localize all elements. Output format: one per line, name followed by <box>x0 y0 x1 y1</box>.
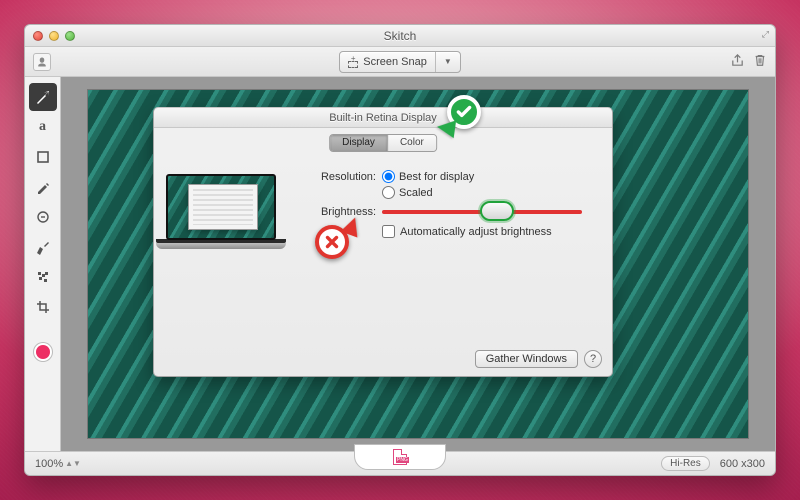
auto-adjust-brightness-checkbox[interactable]: Automatically adjust brightness <box>382 225 598 238</box>
auto-adjust-brightness-label: Automatically adjust brightness <box>400 226 552 238</box>
trash-button[interactable] <box>753 53 767 70</box>
shape-tool[interactable] <box>29 143 57 171</box>
resolution-best-input[interactable] <box>382 170 395 183</box>
status-bar: 100% ▲▼ PNG Hi-Res 600 x300 <box>25 451 775 475</box>
screen-snap-label: Screen Snap <box>363 56 427 68</box>
window-title: Skitch <box>25 25 775 47</box>
resolution-label: Resolution: <box>304 170 382 183</box>
display-settings-panel: Built-in Retina Display Display Color Re… <box>153 107 613 377</box>
app-window: Skitch ⤢ + Screen Snap ▼ <box>24 24 776 476</box>
segment-tabs: Display Color <box>329 134 437 152</box>
dimensions-readout: 600 x300 <box>720 458 765 470</box>
pen-tool[interactable] <box>29 173 57 201</box>
check-icon <box>455 103 473 121</box>
checkmark-stamp-annotation[interactable] <box>447 95 487 135</box>
drag-handle[interactable]: PNG <box>354 444 446 470</box>
gather-windows-button[interactable]: Gather Windows <box>475 350 578 368</box>
resolution-scaled-radio[interactable]: Scaled <box>382 186 474 199</box>
zoom-value: 100% <box>35 458 63 470</box>
text-tool[interactable]: a <box>29 113 57 141</box>
highlighter-tool[interactable] <box>29 203 57 231</box>
brightness-label: Brightness: <box>304 205 382 218</box>
brightness-slider[interactable] <box>382 205 582 219</box>
canvas[interactable]: Built-in Retina Display Display Color Re… <box>61 77 775 451</box>
display-thumbnail <box>166 174 276 254</box>
share-button[interactable] <box>730 53 745 71</box>
hires-toggle[interactable]: Hi-Res <box>661 456 710 471</box>
zoom-window-button[interactable] <box>65 31 75 41</box>
fullscreen-icon[interactable]: ⤢ <box>762 29 769 40</box>
chevron-updown-icon: ▲▼ <box>65 459 81 468</box>
resolution-scaled-input[interactable] <box>382 186 395 199</box>
pixelate-tool[interactable] <box>29 263 57 291</box>
content-area: a Built-in Retina Display Display Color <box>25 77 775 451</box>
titlebar: Skitch ⤢ <box>25 25 775 47</box>
crop-tool[interactable] <box>29 293 57 321</box>
zoom-selector[interactable]: 100% ▲▼ <box>35 458 81 470</box>
stamp-tool[interactable] <box>29 233 57 261</box>
cross-stamp-annotation[interactable] <box>315 225 355 265</box>
resolution-scaled-label: Scaled <box>399 187 433 199</box>
screen-snap-icon: + <box>348 56 358 68</box>
tab-color[interactable]: Color <box>387 135 436 151</box>
tool-sidebar: a <box>25 77 61 451</box>
cross-icon <box>323 233 341 251</box>
screen-snap-dropdown[interactable]: ▼ <box>436 52 460 72</box>
resolution-best-label: Best for display <box>399 171 474 183</box>
main-toolbar: + Screen Snap ▼ <box>25 47 775 77</box>
evernote-account-button[interactable] <box>33 53 51 71</box>
color-swatch[interactable] <box>36 345 50 359</box>
screen-snap-button[interactable]: + Screen Snap ▼ <box>339 51 461 73</box>
panel-title: Built-in Retina Display <box>154 108 612 128</box>
minimize-window-button[interactable] <box>49 31 59 41</box>
tab-display[interactable]: Display <box>330 135 387 151</box>
chevron-down-icon: ▼ <box>444 57 452 66</box>
arrow-tool[interactable] <box>29 83 57 111</box>
help-button[interactable]: ? <box>584 350 602 368</box>
close-window-button[interactable] <box>33 31 43 41</box>
file-format-icon: PNG <box>393 449 407 465</box>
brightness-knob[interactable] <box>480 201 514 221</box>
auto-adjust-brightness-input[interactable] <box>382 225 395 238</box>
resolution-best-radio[interactable]: Best for display <box>382 170 474 183</box>
